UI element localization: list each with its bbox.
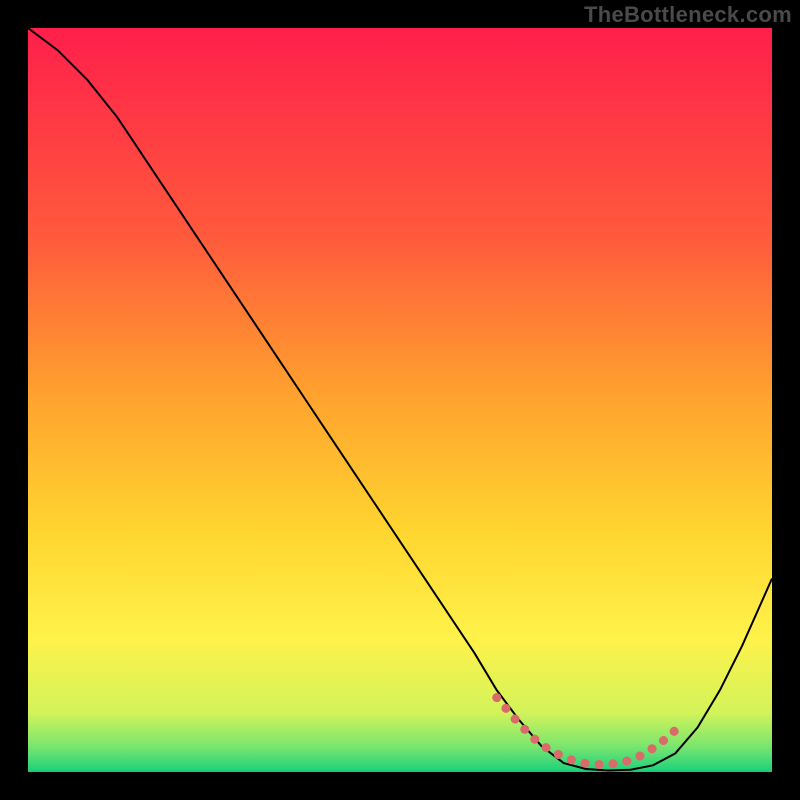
watermark-text: TheBottleneck.com [584, 2, 792, 28]
gradient-background [28, 28, 772, 772]
chart-frame: TheBottleneck.com [0, 0, 800, 800]
chart-svg [28, 28, 772, 772]
plot-area [28, 28, 772, 772]
